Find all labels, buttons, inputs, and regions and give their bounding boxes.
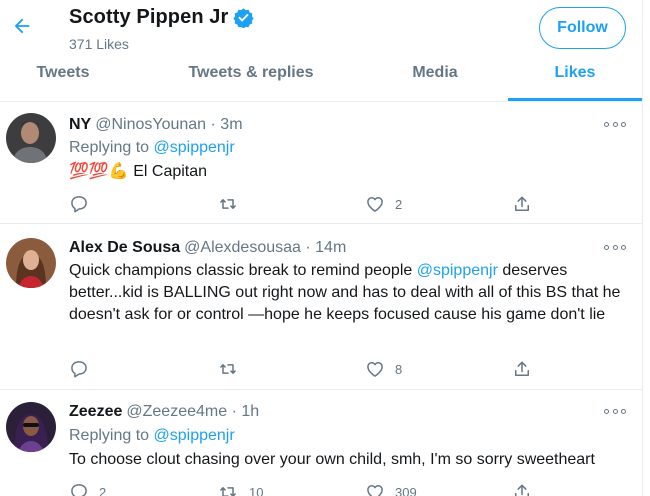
tweet-text: 💯💯💪 El Capitan [69, 161, 629, 183]
header-title-row: Scotty Pippen Jr [69, 6, 255, 29]
retweet-button[interactable]: 10 [217, 481, 263, 496]
like-icon [367, 485, 383, 496]
tweet-header: NY @NinosYounan · 3m [69, 116, 243, 134]
retweet-button[interactable] [217, 358, 249, 380]
tweet-header: Alex De Sousa @Alexdesousaa · 14m [69, 239, 346, 257]
tweet-card[interactable]: NY @NinosYounan · 3m Replying to @spippen… [0, 102, 642, 224]
like-icon [367, 362, 383, 377]
tweet-author-handle[interactable]: @NinosYounan [95, 116, 206, 133]
tweet-author-name[interactable]: Alex De Sousa [69, 239, 180, 256]
tweet-card[interactable]: Alex De Sousa @Alexdesousaa · 14m Quick c… [0, 224, 642, 390]
reply-mention-link[interactable]: @spippenjr [154, 139, 235, 156]
reply-button[interactable]: 2 [69, 481, 106, 496]
tweet-timestamp[interactable]: · 14m [305, 239, 346, 256]
retweet-icon [220, 199, 236, 209]
more-icon[interactable] [604, 119, 626, 129]
like-button[interactable]: 8 [365, 358, 402, 380]
replying-to: Replying to @spippenjr [69, 427, 235, 445]
tab-tweets[interactable]: Tweets [0, 57, 126, 101]
replying-to-label: Replying to [69, 427, 150, 444]
retweet-button[interactable] [217, 193, 249, 215]
tweet-actions: 8 [69, 358, 539, 380]
reply-icon [71, 196, 87, 213]
replying-to: Replying to @spippenjr [69, 139, 235, 157]
reply-count: 2 [99, 484, 107, 496]
tweet-actions: 2 10 309 [69, 481, 539, 496]
verified-badge-icon [233, 7, 255, 28]
tweet-body-text: El Capitan [133, 163, 208, 180]
share-icon [515, 484, 529, 496]
back-arrow-icon[interactable] [8, 12, 36, 40]
profile-name: Scotty Pippen Jr [69, 6, 229, 28]
tweet-card[interactable]: Zeezee @Zeezee4me · 1h Replying to @spipp… [0, 390, 642, 496]
avatar[interactable] [6, 238, 56, 288]
tweet-body-text: Quick champions classic break to remind … [69, 262, 417, 279]
tweet-timestamp[interactable]: · 1h [232, 403, 260, 420]
like-button[interactable]: 309 [365, 481, 417, 496]
tweet-header: Zeezee @Zeezee4me · 1h [69, 403, 259, 421]
tab-likes[interactable]: Likes [508, 57, 642, 101]
like-count: 309 [395, 484, 417, 496]
follow-button[interactable]: Follow [539, 7, 626, 49]
like-button[interactable]: 2 [365, 193, 402, 215]
like-count: 8 [395, 361, 403, 377]
tweet-mention-link[interactable]: @spippenjr [417, 262, 498, 279]
share-button[interactable] [512, 481, 532, 496]
tweet-timestamp[interactable]: · 3m [211, 116, 243, 133]
reply-mention-link[interactable]: @spippenjr [154, 427, 235, 444]
column-divider [642, 0, 643, 496]
retweet-count: 10 [249, 484, 264, 496]
more-icon[interactable] [604, 406, 626, 416]
tweet-author-name[interactable]: NY [69, 116, 91, 133]
active-tab-indicator [508, 98, 642, 101]
tab-media[interactable]: Media [372, 57, 498, 101]
profile-header: Scotty Pippen Jr 371 Likes Follow [0, 0, 650, 58]
tweet-author-handle[interactable]: @Alexdesousaa [184, 239, 301, 256]
retweet-icon [220, 487, 236, 496]
profile-tabs: Tweets Tweets & replies Media Likes [0, 57, 642, 102]
tweet-body-text: To choose clout chasing over your own ch… [69, 451, 595, 468]
reply-icon [71, 361, 87, 378]
reply-icon [71, 484, 87, 496]
avatar[interactable] [6, 113, 56, 163]
tweet-author-name[interactable]: Zeezee [69, 403, 122, 420]
more-icon[interactable] [604, 242, 626, 252]
like-count: 2 [395, 196, 403, 212]
tweet-text: To choose clout chasing over your own ch… [69, 449, 629, 471]
likes-count: 371 Likes [69, 36, 129, 52]
emoji-text: 💯💯💪 [69, 163, 129, 180]
tweet-author-handle[interactable]: @Zeezee4me [126, 403, 227, 420]
tweet-actions: 2 [69, 193, 539, 215]
avatar[interactable] [6, 402, 56, 452]
share-button[interactable] [512, 358, 532, 380]
reply-button[interactable] [69, 358, 99, 380]
retweet-icon [220, 364, 236, 374]
reply-button[interactable] [69, 193, 99, 215]
tab-tweets-replies[interactable]: Tweets & replies [156, 57, 346, 101]
replying-to-label: Replying to [69, 139, 150, 156]
like-icon [367, 197, 383, 212]
share-icon [515, 361, 529, 376]
share-icon [515, 196, 529, 211]
share-button[interactable] [512, 193, 532, 215]
tweet-text: Quick champions classic break to remind … [69, 260, 629, 326]
